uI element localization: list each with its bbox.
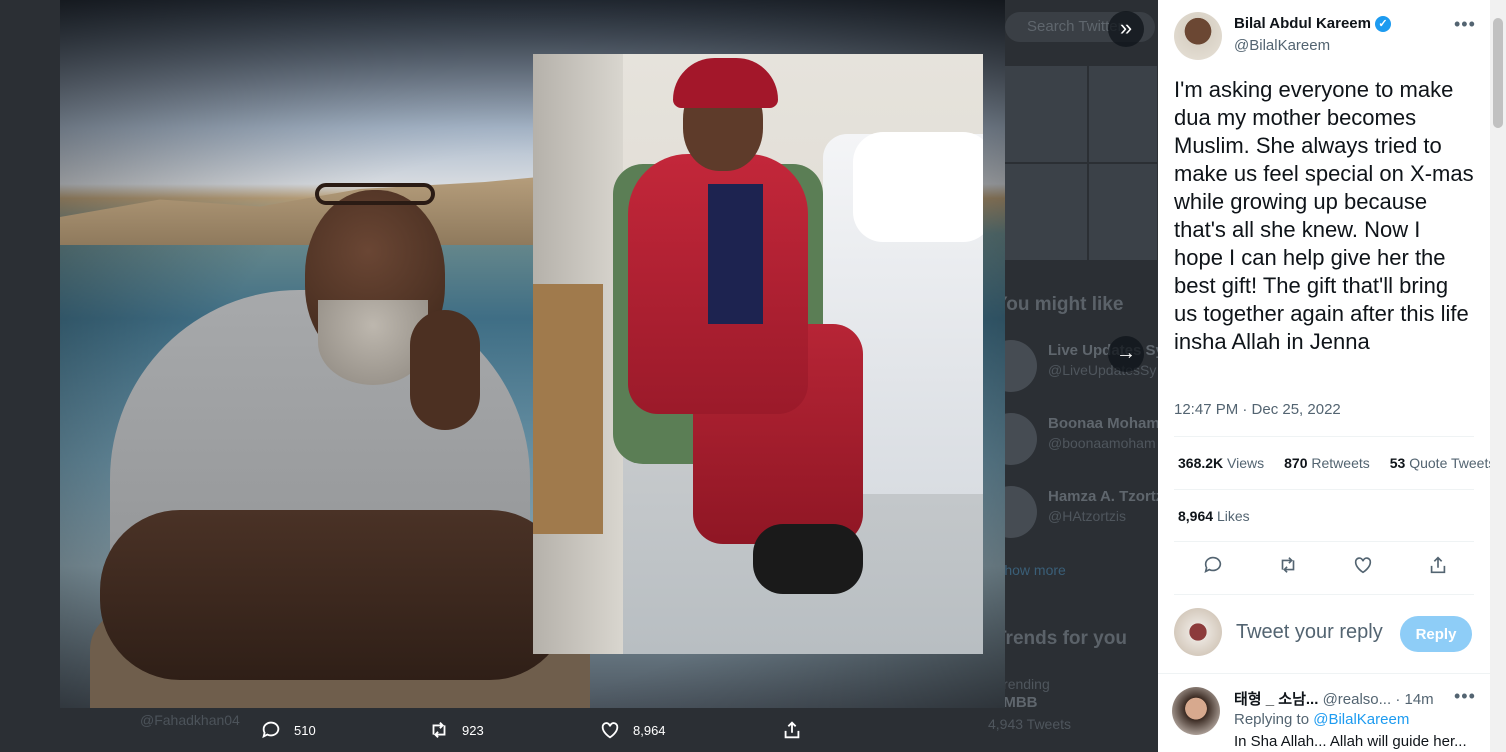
reply-header: 태형 _ 소남... @realso... · 14m <box>1234 688 1434 709</box>
reply-submit-button[interactable]: Reply <box>1400 616 1472 652</box>
likes-stat[interactable]: 8,964 Likes <box>1178 508 1250 524</box>
like-count: 8,964 <box>633 722 666 738</box>
verified-badge-icon: ✓ <box>1374 15 1391 32</box>
share-icon <box>1430 556 1446 574</box>
heart-icon <box>601 722 619 739</box>
share-icon <box>784 721 800 739</box>
tweet-stats: 368.2K Views 870 Retweets 53 Quote Tweet… <box>1178 455 1495 471</box>
show-more-link: Show more <box>995 562 1066 578</box>
avatar[interactable] <box>1172 687 1220 735</box>
tweet-detail-panel: Bilal Abdul Kareem ✓ @BilalKareem ••• I'… <box>1158 0 1506 752</box>
media-share-button[interactable] <box>781 708 803 752</box>
avatar[interactable] <box>1174 12 1222 60</box>
reply-author-name[interactable]: 태형 _ 소남... <box>1234 691 1318 708</box>
reply-input[interactable] <box>1236 621 1396 644</box>
reply-time[interactable]: · 14m <box>1395 691 1433 708</box>
share-button[interactable] <box>1427 554 1453 580</box>
like-button[interactable] <box>1352 554 1378 580</box>
tweet-actions <box>1174 552 1474 582</box>
quotes-stat[interactable]: 53 Quote Tweets <box>1390 455 1496 471</box>
author-name[interactable]: Bilal Abdul Kareem ✓ <box>1234 15 1391 32</box>
divider <box>1174 594 1474 595</box>
arrow-right-icon[interactable]: → <box>1108 336 1144 372</box>
media-tile <box>1089 66 1157 162</box>
suggestion-handle: @HAtzortzis <box>1048 508 1126 524</box>
might-like-heading: You might like <box>995 294 1124 315</box>
retweet-icon <box>1281 557 1295 573</box>
reply-count: 510 <box>294 722 316 738</box>
divider <box>1174 541 1474 542</box>
suggestion-name: Hamza A. Tzortzi <box>1048 488 1158 505</box>
comment-icon <box>1204 556 1222 573</box>
comment-icon <box>262 721 280 739</box>
retweet-count: 923 <box>462 722 484 738</box>
author-name-text: Bilal Abdul Kareem <box>1234 15 1371 32</box>
author-handle[interactable]: @BilalKareem <box>1234 37 1330 54</box>
suggestion-handle: @boonaamoham <box>1048 435 1156 451</box>
reply-text: In Sha Allah... Allah will guide her... <box>1234 733 1467 750</box>
divider <box>1174 436 1474 437</box>
replying-to-link[interactable]: @BilalKareem <box>1313 711 1409 728</box>
retweet-button[interactable] <box>1277 554 1303 580</box>
heart-icon <box>1354 557 1372 574</box>
man-photo <box>90 180 590 708</box>
media-reply-button[interactable]: 510 <box>260 708 316 752</box>
double-chevron-right-icon[interactable]: » <box>1108 11 1144 47</box>
replying-to: Replying to @BilalKareem <box>1234 711 1410 728</box>
media-tile <box>1089 164 1157 260</box>
divider <box>1174 489 1474 490</box>
suggestion-name: Boonaa Mohamm <box>1048 415 1158 432</box>
media-retweet-button[interactable]: 923 <box>428 708 484 752</box>
retweet-icon <box>432 722 446 738</box>
scrollbar[interactable] <box>1490 0 1506 752</box>
divider <box>1158 673 1490 674</box>
tweet-timestamp[interactable]: 12:47 PM · Dec 25, 2022 <box>1174 401 1341 418</box>
tweet-image <box>60 0 1005 708</box>
views-stat[interactable]: 368.2K Views <box>1178 455 1264 471</box>
media-like-button[interactable]: 8,964 <box>599 708 666 752</box>
tweet-text: I'm asking everyone to make dua my mothe… <box>1174 77 1474 354</box>
media-action-bar: 510 923 8,964 <box>0 708 1158 752</box>
media-tile <box>1005 164 1087 260</box>
mother-photo <box>533 54 983 654</box>
more-dots-icon[interactable]: ••• <box>1454 14 1476 35</box>
scrollbar-thumb[interactable] <box>1493 18 1503 128</box>
avatar <box>1174 608 1222 656</box>
more-dots-icon[interactable]: ••• <box>1454 686 1476 707</box>
reply-button[interactable] <box>1202 554 1228 580</box>
retweets-stat[interactable]: 870 Retweets <box>1284 455 1370 471</box>
media-tile <box>1005 66 1087 162</box>
reply-author-handle[interactable]: @realso... <box>1323 691 1392 708</box>
trends-heading: Trends for you <box>995 628 1127 649</box>
